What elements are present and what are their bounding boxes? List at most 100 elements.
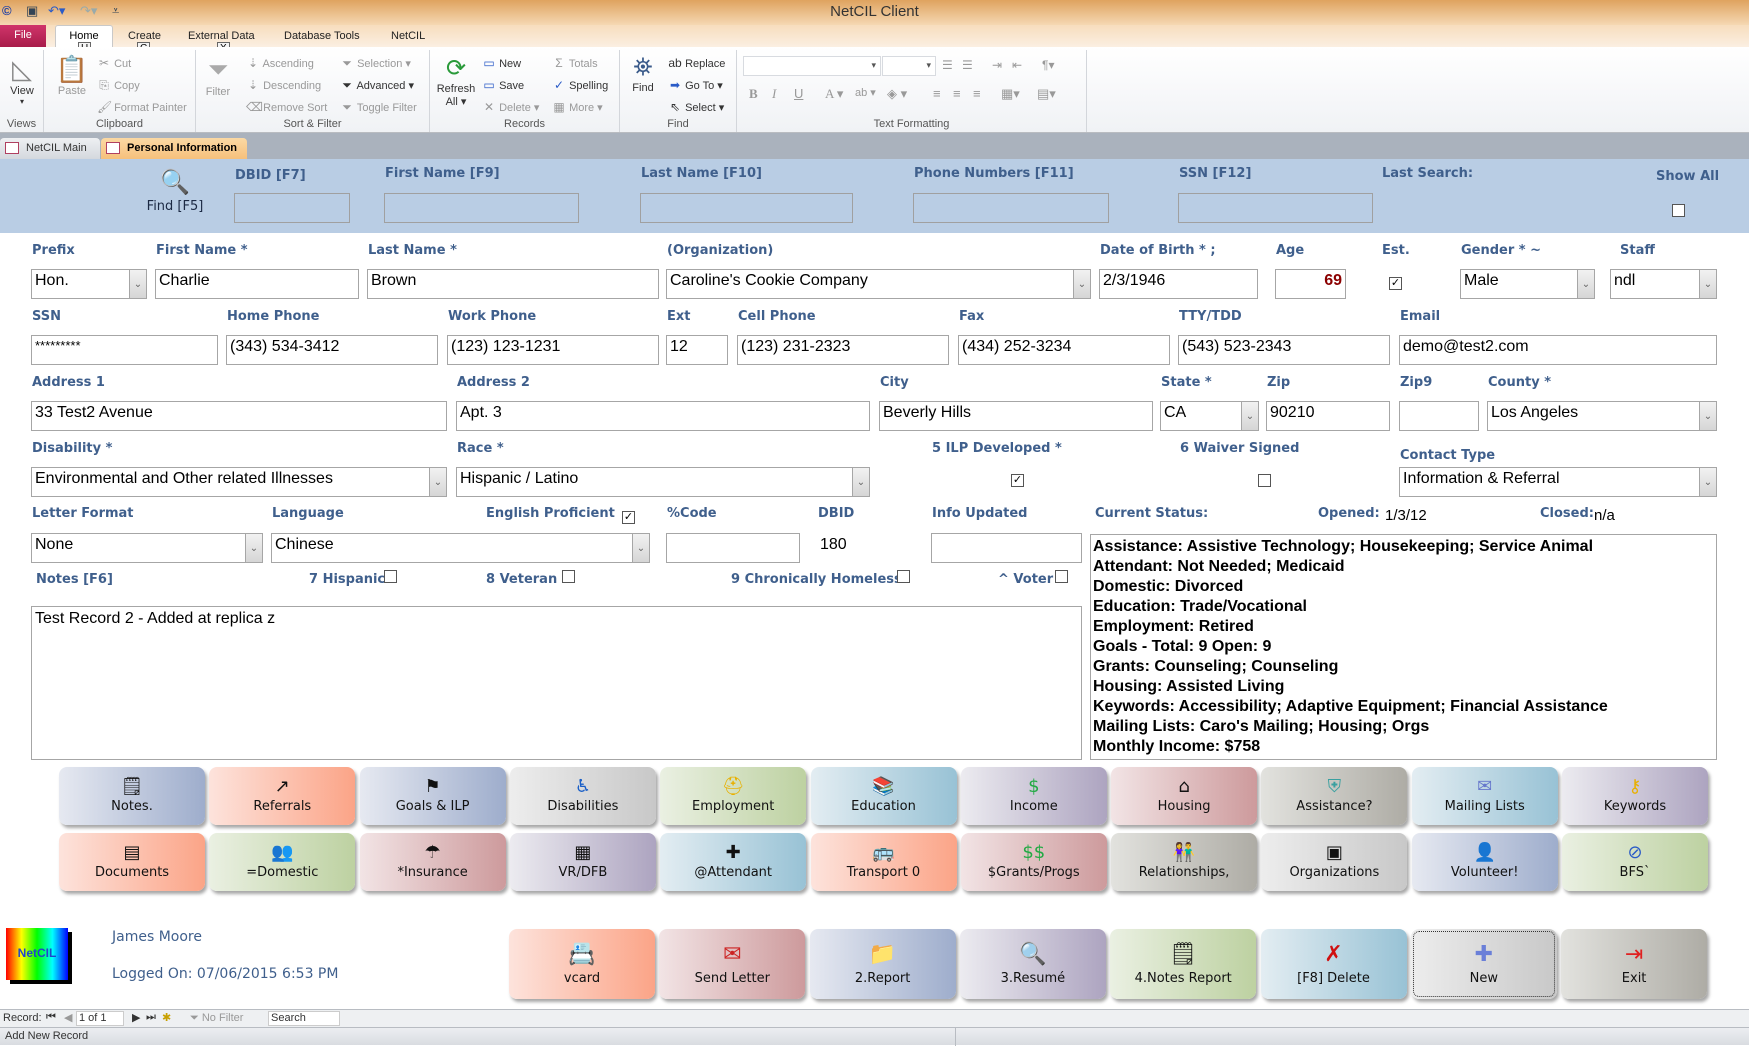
homeless-checkbox[interactable]: [897, 570, 910, 583]
chevron-down-icon[interactable]: ⌄: [1699, 402, 1716, 430]
font-size-select[interactable]: ▾: [882, 56, 936, 76]
pct-code-input[interactable]: [666, 533, 800, 563]
zip-input[interactable]: 90210: [1266, 401, 1390, 431]
action-button-exit[interactable]: ⇥ Exit: [1561, 929, 1708, 999]
chevron-down-icon[interactable]: ⌄: [1699, 270, 1716, 298]
nav-button-relationships[interactable]: 👫 Relationships,: [1111, 833, 1258, 891]
last-name-input[interactable]: Brown: [367, 269, 659, 299]
bold-icon[interactable]: B: [749, 86, 758, 102]
disability-select[interactable]: Environmental and Other related Illnesse…: [31, 467, 447, 497]
paste-button[interactable]: 📋 Paste: [52, 54, 92, 97]
selection-button[interactable]: ⏷ Selection ▾: [340, 56, 411, 71]
new-record-button[interactable]: ▭ New: [482, 56, 521, 70]
first-record-icon[interactable]: ⏮: [46, 1011, 56, 1024]
next-record-icon[interactable]: ▶: [132, 1011, 140, 1024]
county-select[interactable]: Los Angeles ⌄: [1487, 401, 1717, 431]
underline-icon[interactable]: U: [794, 86, 803, 101]
dbid-search-input[interactable]: [234, 193, 350, 223]
last-record-icon[interactable]: ⏭: [146, 1011, 156, 1024]
tty-input[interactable]: (543) 523-2343: [1178, 335, 1390, 365]
show-all-checkbox[interactable]: [1672, 204, 1685, 217]
action-button-new[interactable]: ✚ New: [1410, 929, 1557, 999]
organization-select[interactable]: Caroline's Cookie Company ⌄: [666, 269, 1091, 299]
align-left-icon[interactable]: ≡: [933, 86, 941, 101]
last-name-search-input[interactable]: [640, 193, 853, 223]
nav-button-education[interactable]: 📚 Education: [810, 767, 957, 825]
paragraph-direction-icon[interactable]: ¶▾: [1042, 58, 1054, 72]
totals-button[interactable]: Σ Totals: [552, 56, 597, 70]
notes-textarea[interactable]: Test Record 2 - Added at replica z: [31, 606, 1082, 760]
nav-button-income[interactable]: $ Income: [960, 767, 1107, 825]
nav-button-keywords[interactable]: ⚷ Keywords: [1562, 767, 1708, 825]
format-painter-button[interactable]: 🖌 Format Painter: [97, 100, 187, 114]
numbering-icon[interactable]: ☰: [962, 58, 973, 72]
select-button[interactable]: ⇖ Select ▾: [668, 100, 724, 114]
info-updated-input[interactable]: [931, 533, 1082, 563]
est-checkbox[interactable]: ✓: [1389, 277, 1402, 290]
undo-icon[interactable]: ↶▾: [48, 3, 65, 21]
first-name-input[interactable]: Charlie: [155, 269, 359, 299]
voter-checkbox[interactable]: [1055, 570, 1068, 583]
action-button-vcard[interactable]: 📇 vcard: [509, 929, 655, 999]
action-button-3-resum[interactable]: 🔍 3.Resumé: [959, 929, 1106, 999]
nav-button-bfs[interactable]: ⊘ BFS`: [1562, 833, 1708, 891]
app-icon[interactable]: ©: [2, 3, 12, 21]
outdent-icon[interactable]: ⇤: [1012, 58, 1022, 72]
action-button-2-report[interactable]: 📁 2.Report: [809, 929, 956, 999]
font-color-icon[interactable]: A ▾: [825, 86, 843, 102]
advanced-button[interactable]: ⏷ Advanced ▾: [340, 78, 414, 93]
hispanic-checkbox[interactable]: [384, 570, 397, 583]
nav-button-documents[interactable]: ▤ Documents: [59, 833, 205, 891]
nav-button-notes[interactable]: 🗒 Notes.: [59, 767, 205, 825]
tab-file[interactable]: File: [0, 25, 46, 47]
copy-button[interactable]: ⎘ Copy: [97, 78, 140, 93]
replace-button[interactable]: ab Replace: [668, 56, 725, 70]
first-name-search-input[interactable]: [384, 193, 579, 223]
record-position-input[interactable]: 1 of 1: [76, 1011, 124, 1026]
spelling-button[interactable]: ✓ Spelling: [552, 78, 608, 92]
nav-button-volunteer[interactable]: 👤 Volunteer!: [1411, 833, 1558, 891]
redo-icon[interactable]: ↷▾: [80, 3, 97, 21]
nav-button-referrals[interactable]: ↗ Referrals: [209, 767, 356, 825]
fill-color-icon[interactable]: ◈ ▾: [887, 86, 907, 102]
phone-search-input[interactable]: [913, 193, 1109, 223]
zip9-input[interactable]: [1399, 401, 1479, 431]
chevron-down-icon[interactable]: ⌄: [429, 468, 446, 496]
nav-button-goals-ilp[interactable]: ⚑ Goals & ILP: [359, 767, 506, 825]
highlight-icon[interactable]: ab ▾: [855, 86, 876, 99]
chevron-down-icon[interactable]: ⌄: [632, 534, 649, 562]
prev-record-icon[interactable]: ◀: [64, 1011, 72, 1024]
toggle-filter-button[interactable]: ⏷ Toggle Filter: [340, 100, 417, 115]
nav-button-assistance[interactable]: ⛨ Assistance?: [1261, 767, 1408, 825]
nav-button-disabilities[interactable]: ♿ Disabilities: [509, 767, 656, 825]
italic-icon[interactable]: I: [772, 86, 776, 102]
goto-button[interactable]: ➡ Go To ▾: [668, 78, 723, 92]
align-right-icon[interactable]: ≡: [973, 86, 981, 101]
nav-button-attendant[interactable]: ✚ @Attendant: [660, 833, 807, 891]
find-f5-button[interactable]: 🔍 Find [F5]: [145, 168, 205, 214]
ssn-input[interactable]: *********: [31, 335, 218, 365]
chevron-down-icon[interactable]: ⌄: [1241, 402, 1258, 430]
gridlines-icon[interactable]: ▦▾: [1001, 86, 1020, 102]
city-input[interactable]: Beverly Hills: [879, 401, 1153, 431]
indent-icon[interactable]: ⇥: [992, 58, 1002, 72]
record-search-input[interactable]: Search: [268, 1011, 340, 1026]
fax-input[interactable]: (434) 252-3234: [958, 335, 1170, 365]
customize-qat-icon[interactable]: ⩡: [112, 3, 119, 21]
cell-phone-input[interactable]: (123) 231-2323: [737, 335, 949, 365]
race-select[interactable]: Hispanic / Latino ⌄: [456, 467, 870, 497]
find-button[interactable]: ⛯ Find: [626, 54, 660, 94]
ascending-button[interactable]: ⇣ Ascending: [246, 56, 314, 70]
english-proficient-checkbox[interactable]: ✓: [622, 511, 635, 524]
contact-type-select[interactable]: Information & Referral ⌄: [1399, 467, 1717, 497]
chevron-down-icon[interactable]: ⌄: [1073, 270, 1090, 298]
more-button[interactable]: ▦ More ▾: [552, 100, 602, 114]
doc-tab-netcil-main[interactable]: NetCIL Main: [0, 138, 100, 159]
doc-tab-personal-information[interactable]: Personal Information: [101, 138, 247, 159]
nav-button-insurance[interactable]: ☂ *Insurance: [359, 833, 506, 891]
nav-button-domestic[interactable]: 👥 =Domestic: [209, 833, 356, 891]
cut-button[interactable]: ✂ Cut: [97, 56, 131, 70]
save-record-button[interactable]: ▭ Save: [482, 78, 524, 92]
action-button-f8-delete[interactable]: ✗ [F8] Delete: [1260, 929, 1407, 999]
email-input[interactable]: demo@test2.com: [1399, 335, 1717, 365]
